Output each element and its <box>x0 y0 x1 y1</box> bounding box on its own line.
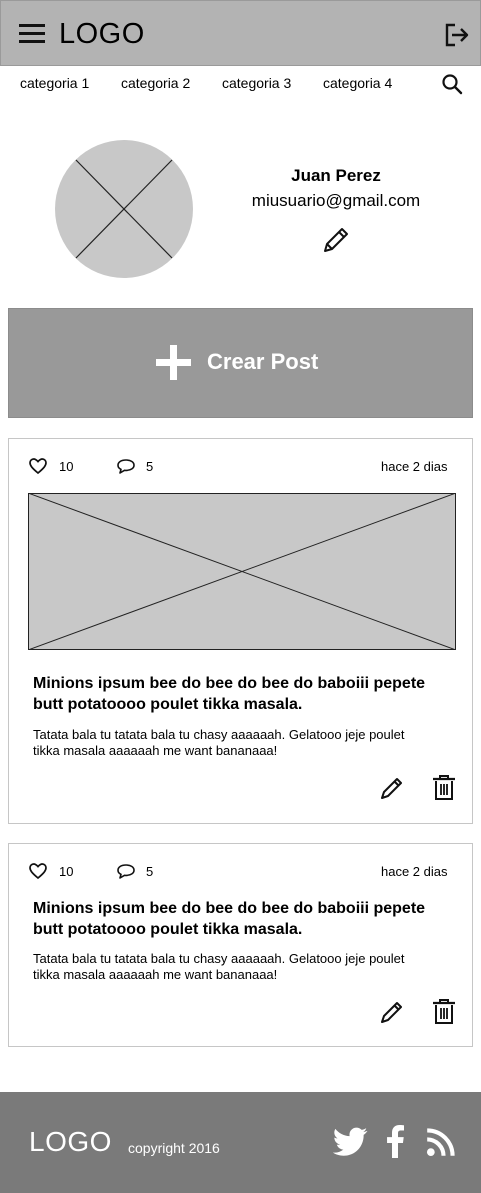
logo[interactable]: LOGO <box>59 18 145 51</box>
edit-post-pencil-icon[interactable] <box>378 774 406 802</box>
nav-item-categoria-2[interactable]: categoria 2 <box>121 75 190 91</box>
twitter-icon[interactable] <box>333 1127 368 1157</box>
comments-count: 5 <box>146 459 154 474</box>
likes-count: 10 <box>59 459 74 474</box>
footer-logo[interactable]: LOGO <box>29 1126 112 1158</box>
plus-icon[interactable] <box>156 345 191 380</box>
comment-icon[interactable] <box>116 862 136 880</box>
comments-count: 5 <box>146 864 154 879</box>
copyright-text: copyright 2016 <box>128 1140 220 1156</box>
trash-icon[interactable] <box>431 774 457 802</box>
post-image-placeholder <box>28 493 456 650</box>
edit-post-pencil-icon[interactable] <box>378 998 406 1026</box>
hamburger-menu-icon[interactable] <box>19 22 45 44</box>
logout-icon[interactable] <box>442 21 470 49</box>
post-timestamp: hace 2 dias <box>381 864 448 879</box>
trash-icon[interactable] <box>431 998 457 1026</box>
post-body: Tatata bala tu tatata bala tu chasy aaaa… <box>33 727 405 758</box>
user-email: miusuario@gmail.com <box>251 191 421 210</box>
post-title[interactable]: Minions ipsum bee do bee do bee do baboi… <box>33 673 453 715</box>
user-name: Juan Perez <box>291 166 381 185</box>
post-timestamp: hace 2 dias <box>381 459 448 474</box>
heart-icon[interactable] <box>28 457 48 475</box>
search-icon[interactable] <box>441 73 463 95</box>
facebook-icon[interactable] <box>386 1125 404 1158</box>
nav-item-categoria-1[interactable]: categoria 1 <box>20 75 89 91</box>
comment-icon[interactable] <box>116 457 136 475</box>
heart-icon[interactable] <box>28 862 48 880</box>
post-body: Tatata bala tu tatata bala tu chasy aaaa… <box>33 951 405 982</box>
likes-count: 10 <box>59 864 74 879</box>
create-post-label[interactable]: Crear Post <box>207 349 318 375</box>
rss-icon[interactable] <box>426 1128 455 1157</box>
avatar <box>55 140 193 278</box>
edit-profile-pencil-icon[interactable] <box>320 224 352 256</box>
nav-item-categoria-4[interactable]: categoria 4 <box>323 75 392 91</box>
post-title[interactable]: Minions ipsum bee do bee do bee do baboi… <box>33 898 453 940</box>
nav-item-categoria-3[interactable]: categoria 3 <box>222 75 291 91</box>
